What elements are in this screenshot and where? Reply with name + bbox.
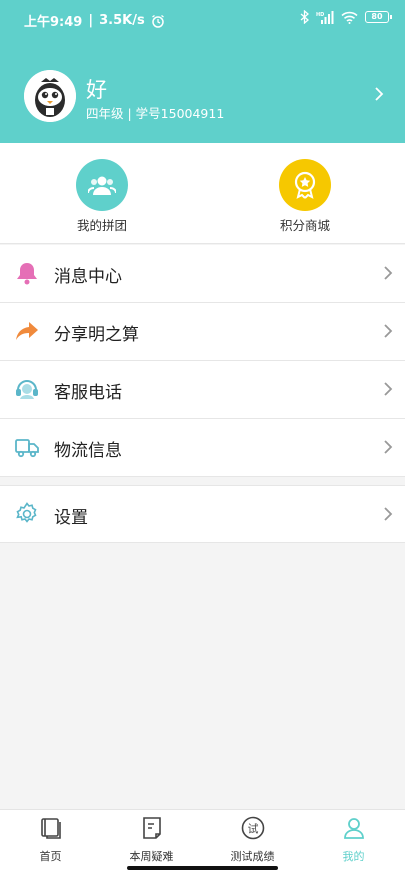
gear-icon	[16, 502, 37, 523]
profile-name: 好	[86, 78, 107, 102]
chevron-right-icon	[384, 440, 393, 454]
book-icon	[40, 818, 61, 839]
menu-label: 消息中心	[54, 267, 122, 287]
bell-icon	[17, 263, 37, 285]
chevron-right-icon	[384, 382, 393, 396]
chevron-right-icon[interactable]	[374, 86, 384, 102]
chevron-right-icon	[384, 324, 393, 338]
share-arrow-icon	[16, 322, 38, 340]
test-icon: 试	[241, 816, 264, 840]
tab-home[interactable]: 首页	[0, 816, 101, 864]
status-time: 上午9:49	[24, 15, 83, 30]
menu-list: 消息中心 分享明之算 客服电话 物流信息	[0, 245, 405, 477]
chevron-right-icon	[384, 507, 393, 521]
menu-item-customer-service[interactable]: 客服电话	[0, 361, 405, 419]
chevron-right-icon	[384, 266, 393, 280]
home-indicator[interactable]	[127, 866, 278, 870]
signal-icon: HD	[316, 10, 334, 24]
menu-item-share[interactable]: 分享明之算	[0, 303, 405, 361]
avatar[interactable]	[24, 70, 76, 122]
profile-header: 上午9:49 | 3.5K/s HD 80 好 四年级 | 学号15004911	[0, 0, 405, 143]
headset-icon	[16, 380, 38, 399]
bluetooth-icon	[300, 10, 309, 24]
wifi-icon	[341, 11, 358, 24]
tab-label: 我的	[342, 850, 365, 863]
menu-item-settings[interactable]: 设置	[0, 485, 405, 543]
tab-test-scores[interactable]: 试 测试成绩	[202, 816, 303, 864]
svg-text:HD: HD	[316, 12, 324, 18]
quick-actions: 我的拼团 积分商城	[0, 143, 405, 244]
points-mall-label: 积分商城	[279, 218, 330, 233]
my-group-label: 我的拼团	[76, 218, 127, 233]
note-icon	[142, 817, 161, 839]
points-mall-button[interactable]: 积分商城	[245, 159, 365, 234]
settings-group: 设置	[0, 485, 405, 543]
profile-meta: 四年级 | 学号15004911	[86, 106, 225, 121]
profile-card[interactable]: 好 四年级 | 学号15004911	[24, 70, 384, 122]
star-award-icon	[279, 159, 331, 211]
tab-weekly-questions[interactable]: 本周疑难	[101, 816, 202, 864]
menu-label: 分享明之算	[54, 325, 139, 345]
svg-text:试: 试	[247, 823, 258, 836]
menu-label: 物流信息	[54, 441, 122, 461]
status-bar: 上午9:49 | 3.5K/s HD 80	[0, 0, 405, 36]
tab-label: 首页	[39, 850, 62, 863]
tab-label: 本周疑难	[129, 850, 174, 863]
person-icon	[343, 818, 364, 839]
alarm-icon	[151, 14, 164, 28]
my-group-button[interactable]: 我的拼团	[42, 159, 162, 234]
menu-label: 客服电话	[54, 383, 122, 403]
menu-item-messages[interactable]: 消息中心	[0, 245, 405, 303]
network-speed: 3.5K/s	[99, 13, 145, 28]
battery-icon: 80	[365, 11, 392, 23]
group-icon	[76, 159, 128, 211]
menu-label: 设置	[54, 508, 88, 528]
tab-label: 测试成绩	[230, 850, 275, 863]
truck-icon	[15, 439, 39, 458]
tab-mine[interactable]: 我的	[303, 816, 404, 864]
menu-item-logistics[interactable]: 物流信息	[0, 419, 405, 477]
